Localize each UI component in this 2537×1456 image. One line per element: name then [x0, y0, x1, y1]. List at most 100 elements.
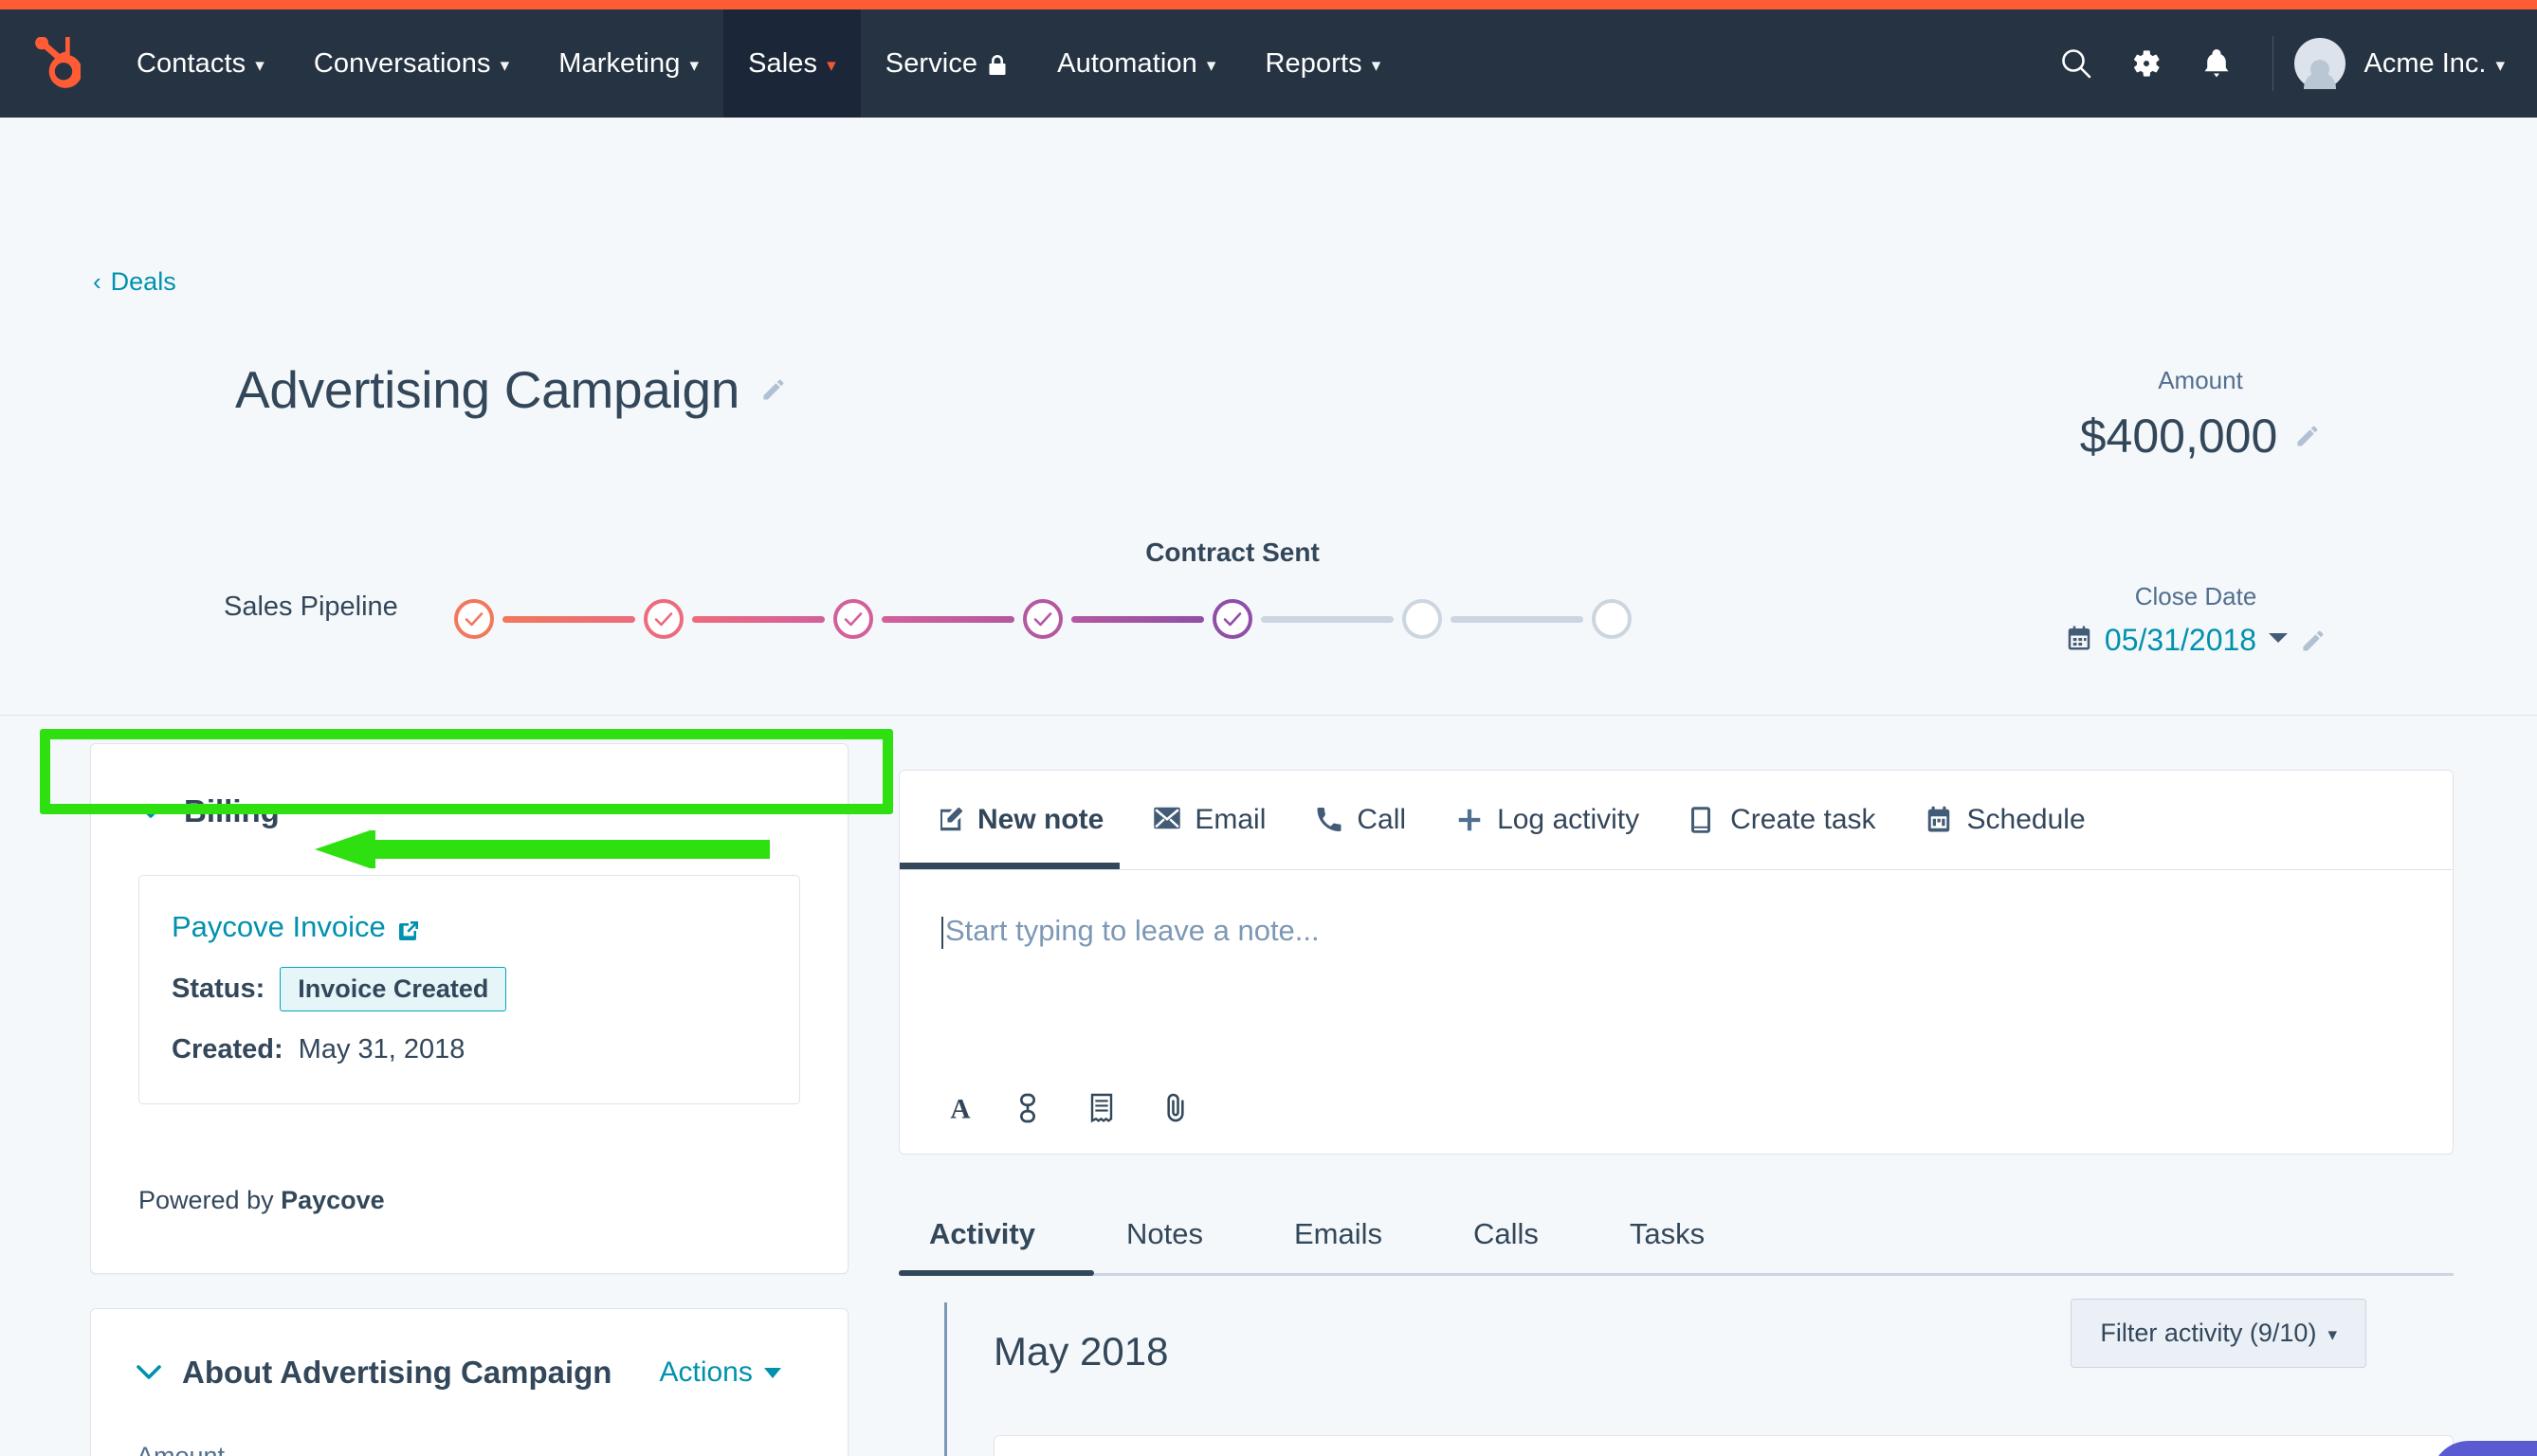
pipeline-stage-dot[interactable] — [1213, 599, 1252, 639]
tab-create-task[interactable]: Create task — [1664, 771, 1900, 869]
created-label: Created: — [172, 1034, 283, 1065]
tab-tasks[interactable]: Tasks — [1584, 1217, 1750, 1276]
tab-call[interactable]: Call — [1290, 771, 1431, 869]
activity-tabs: Activity Notes Emails Calls Tasks — [899, 1198, 2454, 1276]
chevron-down-icon[interactable] — [137, 1364, 161, 1381]
font-icon[interactable]: A — [945, 1093, 977, 1125]
editor-toolbar: A — [945, 1093, 1194, 1125]
nav-items: Contacts ▾ Conversations ▾ Marketing ▾ S… — [112, 9, 1405, 118]
edit-title-pencil-icon[interactable] — [760, 376, 787, 403]
billing-card-header[interactable]: Billing — [138, 793, 800, 829]
pipeline-stage-dot[interactable] — [644, 599, 684, 639]
attachment-icon[interactable] — [1161, 1093, 1194, 1125]
lock-icon — [987, 53, 1008, 76]
pipeline-stage-dot[interactable] — [833, 599, 873, 639]
pipeline-stage-dot[interactable] — [1402, 599, 1442, 639]
amount-block: Amount $400,000 — [2049, 366, 2352, 464]
gear-icon[interactable] — [2111, 9, 2181, 118]
brand-accent-bar — [0, 0, 2537, 9]
chevron-down-icon[interactable] — [2268, 631, 2289, 649]
pipeline-stage-dot[interactable] — [1023, 599, 1063, 639]
pipeline-stage-dot[interactable] — [1592, 599, 1632, 639]
tab-label: Log activity — [1497, 804, 1640, 835]
invoice-created-row: Created: May 31, 2018 — [172, 1034, 767, 1065]
account-menu[interactable]: Acme Inc. ▾ — [2293, 38, 2510, 89]
plus-icon — [1455, 806, 1484, 834]
activity-composer: New note Email Call Log activity Create … — [899, 770, 2454, 1155]
nav-item-contacts[interactable]: Contacts ▾ — [112, 9, 289, 118]
note-placeholder-text: Start typing to leave a note... — [945, 914, 1320, 947]
edit-amount-pencil-icon[interactable] — [2294, 423, 2321, 449]
nav-item-service[interactable]: Service — [861, 9, 1032, 118]
chevron-down-icon: ▾ — [827, 55, 836, 76]
tab-label: Call — [1357, 804, 1407, 835]
timeline-event[interactable]: Deal moved from Presentation Scheduled t… — [994, 1435, 2454, 1456]
nav-label: Sales — [748, 47, 818, 79]
chevron-down-icon: ▾ — [255, 55, 265, 76]
breadcrumb-label: Deals — [110, 267, 176, 296]
status-label: Status: — [172, 974, 265, 1004]
about-card: About Advertising Campaign Actions Amoun… — [90, 1308, 849, 1456]
tab-email[interactable]: Email — [1128, 771, 1290, 869]
chevron-down-icon: ▾ — [500, 55, 510, 76]
bell-icon[interactable] — [2181, 9, 2252, 118]
snippet-icon[interactable] — [1089, 1093, 1122, 1125]
tab-new-note[interactable]: New note — [936, 771, 1128, 869]
pipeline-connector — [1071, 616, 1204, 623]
filter-activity-button[interactable]: Filter activity (9/10) ▾ — [2071, 1299, 2366, 1368]
right-panel: New note Email Call Log activity Create … — [899, 770, 2454, 1456]
link-icon[interactable] — [1017, 1093, 1049, 1125]
annotation-arrow — [315, 830, 770, 868]
hubspot-logo-icon[interactable] — [0, 37, 112, 90]
tab-log-activity[interactable]: Log activity — [1431, 771, 1664, 869]
pipeline-stage-dot[interactable] — [454, 599, 494, 639]
active-tab-underline — [900, 863, 1120, 869]
avatar — [2293, 38, 2345, 89]
filter-activity-label: Filter activity (9/10) — [2100, 1319, 2317, 1347]
nav-item-sales[interactable]: Sales ▾ — [723, 9, 861, 118]
calendar-icon — [1926, 806, 1954, 834]
chevron-down-icon[interactable] — [138, 803, 163, 820]
invoice-status-row: Status: Invoice Created — [172, 967, 767, 1011]
page-title: Advertising Campaign — [235, 360, 740, 419]
tab-label: New note — [977, 804, 1104, 835]
phone-icon — [1315, 806, 1343, 834]
nav-label: Conversations — [313, 47, 491, 79]
tab-label: Create task — [1730, 804, 1876, 835]
header-divider — [0, 715, 2537, 716]
nav-item-conversations[interactable]: Conversations ▾ — [289, 9, 534, 118]
paycove-invoice-link[interactable]: Paycove Invoice — [172, 910, 767, 944]
status-badge: Invoice Created — [280, 967, 507, 1011]
tab-schedule[interactable]: Schedule — [1901, 771, 2110, 869]
powered-by: Powered by Paycove — [138, 1186, 800, 1215]
property-label: Amount — [137, 1442, 226, 1456]
edit-close-date-pencil-icon[interactable] — [2300, 628, 2327, 654]
pipeline-connector — [502, 616, 635, 623]
breadcrumb[interactable]: ‹ Deals — [93, 267, 176, 297]
close-date-value[interactable]: 05/31/2018 — [2105, 623, 2256, 658]
search-icon[interactable] — [2041, 9, 2111, 118]
nav-divider — [2272, 36, 2273, 91]
tab-notes[interactable]: Notes — [1081, 1217, 1249, 1276]
about-card-header: About Advertising Campaign Actions — [137, 1355, 802, 1391]
tab-emails[interactable]: Emails — [1249, 1217, 1428, 1276]
invoice-link-label: Paycove Invoice — [172, 910, 386, 943]
nav-item-automation[interactable]: Automation ▾ — [1032, 9, 1240, 118]
note-placeholder: Start typing to leave a note... — [941, 914, 2407, 949]
chevron-down-icon: ▾ — [1371, 55, 1381, 76]
deal-title-row: Advertising Campaign — [235, 359, 787, 420]
tab-calls[interactable]: Calls — [1428, 1217, 1584, 1276]
actions-label: Actions — [659, 1356, 753, 1388]
nav-item-reports[interactable]: Reports ▾ — [1241, 9, 1406, 118]
pipeline-label: Sales Pipeline — [224, 592, 398, 622]
invoice-box: Paycove Invoice Status: Invoice Created … — [138, 875, 800, 1104]
pipeline-stage-bar — [454, 599, 1632, 646]
app-root: Contacts ▾ Conversations ▾ Marketing ▾ S… — [0, 0, 2537, 1456]
note-editor[interactable]: Start typing to leave a note... A — [900, 869, 2453, 1154]
account-name: Acme Inc. — [2364, 47, 2487, 79]
actions-dropdown[interactable]: Actions — [659, 1356, 781, 1389]
pipeline-connector — [1451, 616, 1583, 623]
amount-label: Amount — [2158, 366, 2243, 394]
tab-activity[interactable]: Activity — [899, 1217, 1081, 1276]
nav-item-marketing[interactable]: Marketing ▾ — [534, 9, 723, 118]
